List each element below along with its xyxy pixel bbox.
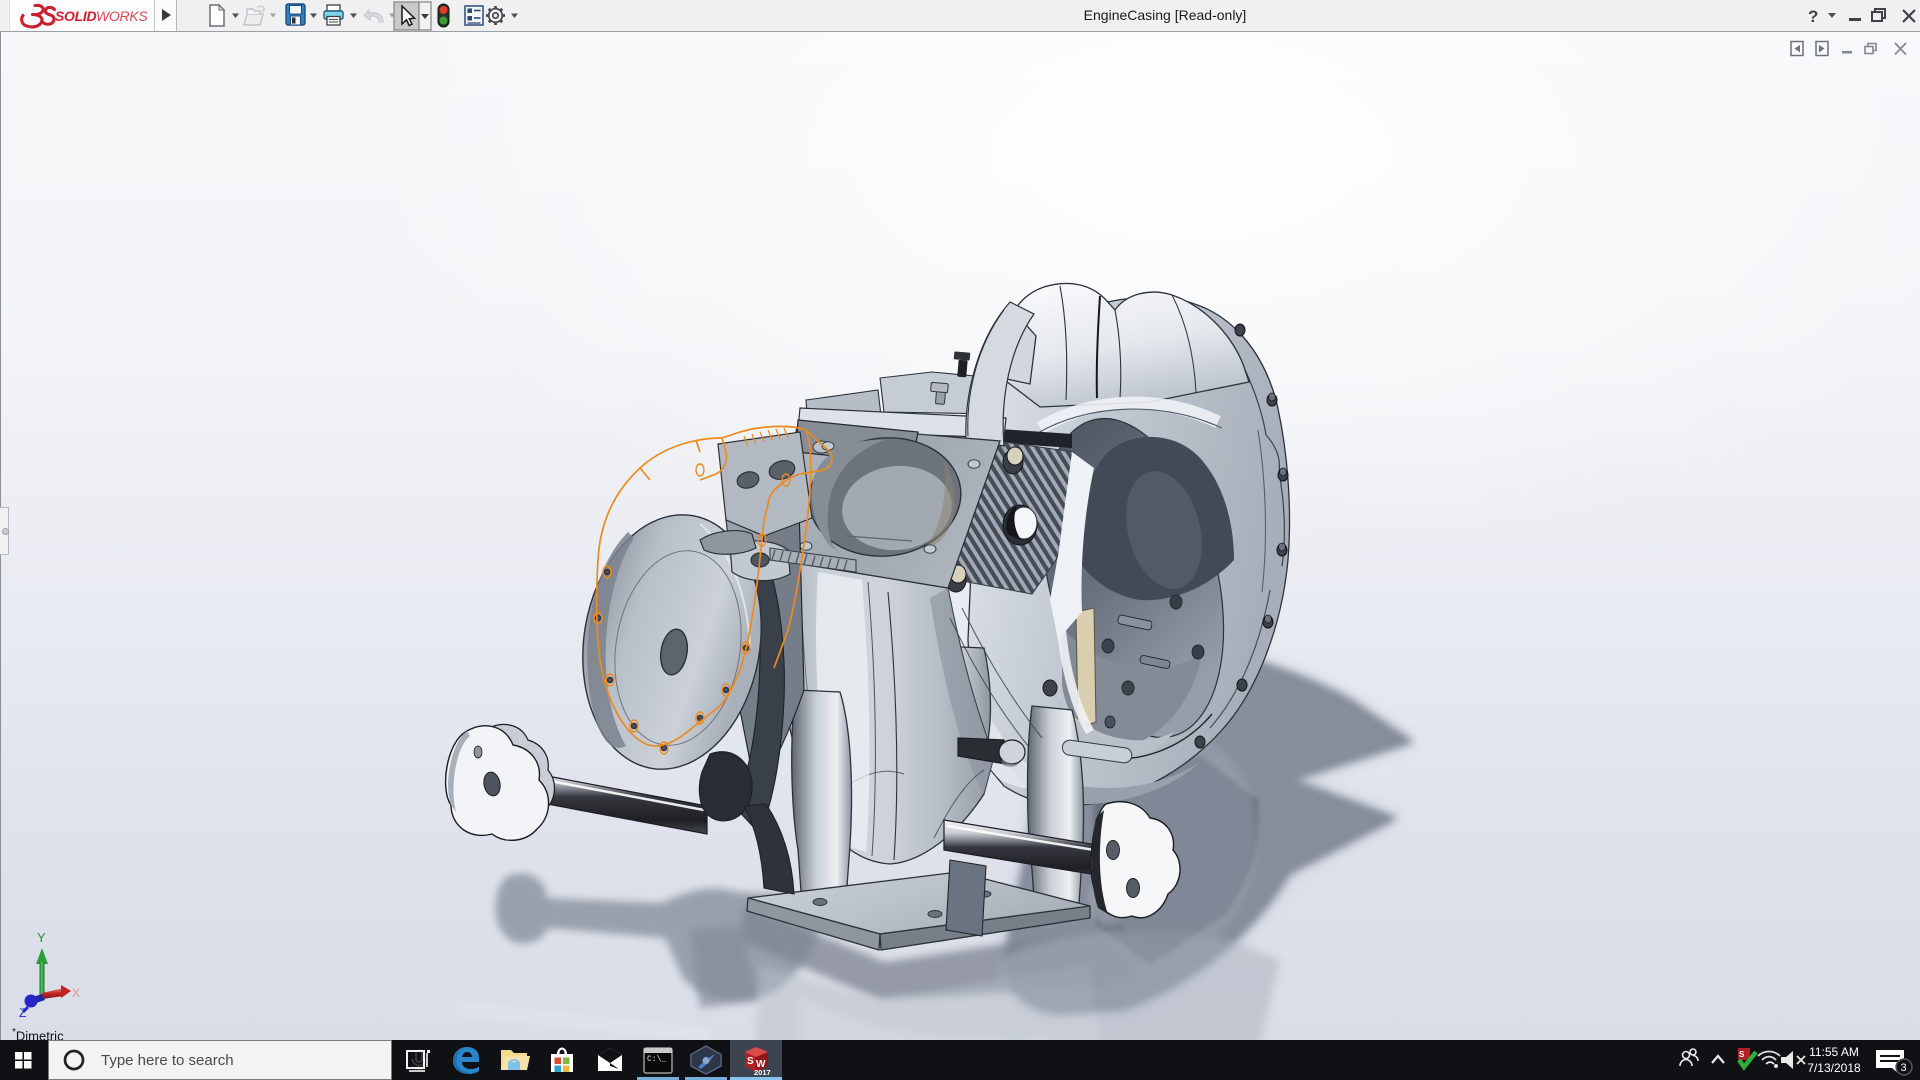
svg-text:3: 3 <box>1901 1062 1907 1074</box>
svg-text:Y: Y <box>37 930 46 945</box>
svg-text:WORKS: WORKS <box>96 8 148 24</box>
svg-text:S: S <box>747 1056 754 1067</box>
svg-text:?: ? <box>1808 7 1818 26</box>
svg-text:X: X <box>72 986 80 1000</box>
svg-text:2017: 2017 <box>754 1068 771 1077</box>
svg-text:S: S <box>1739 1050 1745 1059</box>
svg-text:SOLID: SOLID <box>55 8 96 24</box>
svg-text:C:\_: C:\_ <box>647 1055 666 1064</box>
svg-text:Z: Z <box>19 1006 26 1020</box>
